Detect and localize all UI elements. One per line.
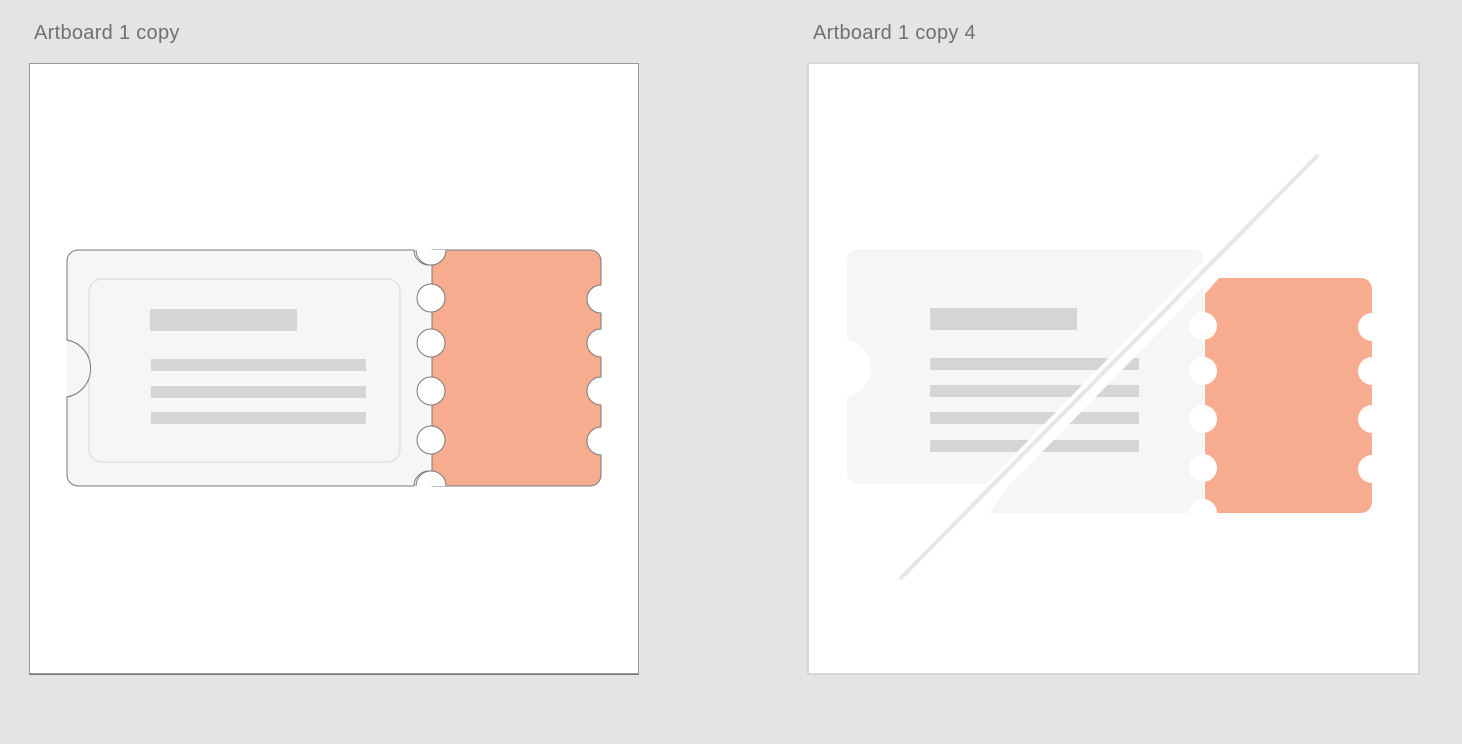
- artboard-label-2[interactable]: Artboard 1 copy 4: [813, 22, 976, 45]
- ticket-stub: [1205, 278, 1372, 513]
- perforation-hole: [1189, 454, 1217, 482]
- ticket-text-line: [930, 412, 1139, 424]
- artboard-1[interactable]: [29, 63, 639, 674]
- perforation-hole: [1189, 405, 1217, 433]
- ticket-text-line: [151, 412, 366, 424]
- ticket-title-line: [150, 309, 297, 331]
- artboard-2[interactable]: [807, 62, 1420, 675]
- ticket-text-line: [151, 386, 366, 398]
- ticket-text-line: [151, 359, 366, 371]
- perforation-hole: [416, 328, 446, 358]
- ticket-text-line: [930, 385, 1139, 397]
- perforation-hole: [1189, 312, 1217, 340]
- design-canvas: Artboard 1 copy Artboard 1 copy 4: [0, 0, 1462, 744]
- perforation-hole: [416, 376, 446, 406]
- perforation-hole: [1189, 357, 1217, 385]
- ticket-stub: [431, 249, 602, 487]
- ticket-icon: [66, 249, 602, 487]
- artboard-label-1[interactable]: Artboard 1 copy: [34, 22, 180, 45]
- perforation-hole: [416, 425, 446, 455]
- perforation-hole: [416, 283, 446, 313]
- ticket-disabled-icon: [847, 148, 1372, 591]
- ticket-title-line: [930, 308, 1077, 330]
